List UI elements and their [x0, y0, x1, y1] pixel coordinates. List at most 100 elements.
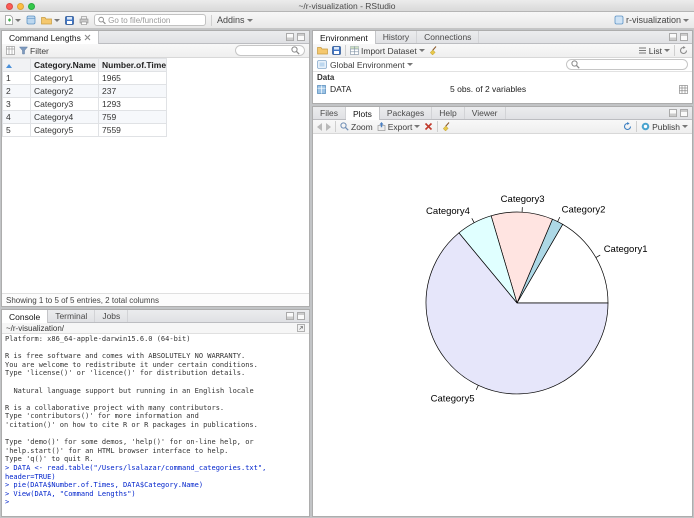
- open-in-files-icon[interactable]: [297, 324, 305, 332]
- chevron-down-icon: [418, 49, 425, 52]
- close-window-button[interactable]: [6, 3, 13, 10]
- maximize-pane-icon[interactable]: [680, 33, 688, 41]
- object-summary: 5 obs. of 2 variables: [450, 84, 527, 94]
- chevron-down-icon: [414, 125, 421, 128]
- tab-environment[interactable]: Environment: [313, 31, 376, 44]
- environment-toolbar: Import Dataset List: [313, 44, 692, 58]
- times-cell: 1293: [98, 97, 167, 111]
- table-row[interactable]: 5 Category5 7559: [2, 123, 167, 137]
- print-button[interactable]: [79, 15, 89, 25]
- table-header-row: Category.Name Number.of.Times: [2, 58, 167, 72]
- tab-packages[interactable]: Packages: [380, 107, 433, 119]
- minimize-pane-icon[interactable]: [286, 33, 294, 41]
- export-button[interactable]: Export: [377, 122, 421, 132]
- environment-object-row[interactable]: DATA 5 obs. of 2 variables: [313, 83, 692, 95]
- save-button[interactable]: [65, 15, 74, 25]
- table-search-box[interactable]: [235, 45, 305, 56]
- maximize-pane-icon[interactable]: [297, 33, 305, 41]
- zoom-window-button[interactable]: [28, 3, 35, 10]
- filter-button[interactable]: Filter: [19, 46, 49, 56]
- environment-search-box[interactable]: [566, 59, 688, 70]
- object-name: DATA: [330, 84, 352, 94]
- table-row[interactable]: 4 Category4 759: [2, 110, 167, 124]
- category-cell: Category1: [30, 71, 99, 85]
- new-file-button[interactable]: [5, 15, 21, 25]
- jobs-tab-label: Jobs: [102, 311, 121, 321]
- table-row[interactable]: 3 Category3 1293: [2, 97, 167, 111]
- save-workspace-icon[interactable]: [332, 46, 341, 55]
- addins-button[interactable]: Addins: [217, 15, 253, 25]
- table-row[interactable]: 1 Category1 1965: [2, 71, 167, 85]
- pie-label-tick: [471, 218, 475, 223]
- category-cell: Category5: [30, 123, 99, 137]
- chevron-down-icon: [406, 63, 413, 66]
- tab-history[interactable]: History: [376, 31, 418, 43]
- chevron-down-icon: [664, 49, 670, 52]
- scope-selector[interactable]: Global Environment: [330, 60, 413, 70]
- refresh-icon[interactable]: [679, 46, 688, 55]
- remove-plot-icon[interactable]: [424, 122, 433, 131]
- plots-toolbar: Zoom Export Publish: [313, 120, 692, 134]
- close-icon[interactable]: [84, 34, 91, 41]
- clear-objects-broom-icon[interactable]: [429, 45, 439, 56]
- next-plot-icon[interactable]: [326, 122, 331, 131]
- refresh-plot-icon[interactable]: [623, 122, 632, 131]
- plots-tabbar: Files Plots Packages Help Viewer: [313, 107, 692, 120]
- r-environment-icon: [317, 60, 327, 69]
- tab-files[interactable]: Files: [313, 107, 346, 119]
- search-icon: [98, 16, 106, 24]
- tab-viewer[interactable]: Viewer: [465, 107, 506, 119]
- list-view-button[interactable]: List: [638, 46, 670, 56]
- clear-all-plots-broom-icon[interactable]: [442, 121, 452, 132]
- project-name-label: r-visualization: [625, 15, 681, 25]
- toolbar-separator: [636, 121, 638, 132]
- row-number-header[interactable]: [2, 58, 31, 72]
- minimize-window-button[interactable]: [17, 3, 24, 10]
- tab-console[interactable]: Console: [2, 310, 49, 323]
- pie-label: Category4: [426, 206, 470, 217]
- console-input-text: > DATA <- read.table("/Users/lsalazar/co…: [5, 463, 267, 507]
- maximize-pane-icon[interactable]: [680, 109, 688, 117]
- viewer-tab-label: Command Lengths: [9, 32, 81, 43]
- tab-jobs[interactable]: Jobs: [95, 310, 129, 322]
- tab-command-lengths[interactable]: Command Lengths: [2, 31, 99, 44]
- new-project-button[interactable]: [26, 15, 36, 25]
- open-file-button[interactable]: [41, 16, 60, 25]
- publish-label: Publish: [652, 121, 680, 132]
- category-cell: Category3: [30, 97, 99, 111]
- publish-button[interactable]: Publish: [641, 122, 688, 132]
- pie-label-tick: [595, 254, 601, 258]
- table-row[interactable]: 2 Category2 237: [2, 84, 167, 98]
- plots-tab-label: Plots: [352, 108, 372, 119]
- console-output-area[interactable]: Platform: x86_64-apple-darwin15.6.0 (64-…: [2, 334, 309, 516]
- column-header-category-name[interactable]: Category.Name: [30, 58, 99, 72]
- minimize-pane-icon[interactable]: [669, 33, 677, 41]
- working-directory-bar: ~/r-visualization/: [2, 323, 309, 334]
- load-workspace-icon[interactable]: [317, 46, 328, 55]
- dataframe-icon: [317, 84, 326, 94]
- tab-plots[interactable]: Plots: [345, 107, 380, 120]
- column-header-number-of-times[interactable]: Number.of.Times: [98, 58, 167, 72]
- goto-file-search[interactable]: [94, 14, 206, 26]
- chevron-down-icon: [15, 18, 21, 22]
- project-menu-button[interactable]: r-visualization: [614, 15, 689, 25]
- row-number-cell: 2: [2, 84, 31, 98]
- goto-file-input[interactable]: [108, 15, 202, 25]
- tab-connections[interactable]: Connections: [417, 31, 480, 43]
- zoom-button[interactable]: Zoom: [340, 122, 373, 132]
- import-dataset-button[interactable]: Import Dataset: [350, 46, 425, 56]
- minimize-pane-icon[interactable]: [669, 109, 677, 117]
- toolbar-separator: [211, 14, 212, 26]
- grid-icon[interactable]: [6, 46, 15, 55]
- maximize-pane-icon[interactable]: [297, 312, 305, 320]
- environment-scope-bar: Global Environment: [313, 58, 692, 72]
- category-cell: Category2: [30, 84, 99, 98]
- new-file-icon: [5, 15, 13, 25]
- tab-help[interactable]: Help: [432, 107, 465, 119]
- times-cell: 7559: [98, 123, 167, 137]
- previous-plot-icon[interactable]: [317, 122, 322, 131]
- tab-terminal[interactable]: Terminal: [48, 310, 96, 322]
- minimize-pane-icon[interactable]: [286, 312, 294, 320]
- data-viewer-pane: Command Lengths Filter Category.Name Num…: [1, 30, 310, 307]
- view-data-icon[interactable]: [679, 84, 688, 94]
